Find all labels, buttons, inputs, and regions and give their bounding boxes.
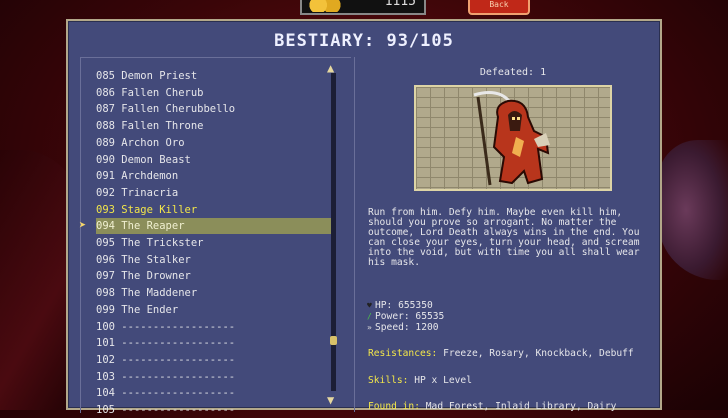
list-item-label: 100 xyxy=(96,320,115,333)
heart-icon: ♥ xyxy=(367,301,372,310)
skills-label: Skills: xyxy=(368,375,409,386)
list-item[interactable]: 091 Archdemon xyxy=(96,168,331,184)
list-item[interactable]: 099 The Ender xyxy=(96,302,331,318)
list-item[interactable]: 097 The Drowner xyxy=(96,268,331,284)
list-item[interactable]: 101 ------------------ xyxy=(96,335,331,351)
list-item[interactable]: 095 The Trickster xyxy=(96,235,331,251)
list-item[interactable]: 103 ------------------ xyxy=(96,369,331,385)
list-item-name: ------------------ xyxy=(121,337,236,350)
list-item-name: The Stalker xyxy=(121,253,191,266)
list-item-label: 086 xyxy=(96,86,115,99)
list-item-name: Archon Oro xyxy=(121,136,185,149)
list-item[interactable]: 090 Demon Beast xyxy=(96,152,331,168)
list-item[interactable]: 102 ------------------ xyxy=(96,352,331,368)
enemy-description: Run from him. Defy him. Maybe even kill … xyxy=(368,207,640,268)
list-item-name: Demon Priest xyxy=(121,70,198,82)
found-in-label: Found in: xyxy=(368,401,420,412)
list-item[interactable]: 100 ------------------ xyxy=(96,319,331,335)
enemy-list: 085 Demon Priest 086 Fallen Cherub 087 Fal… xyxy=(79,57,351,416)
list-item[interactable]: 085 Demon Priest xyxy=(96,68,331,84)
list-item[interactable]: 092 Trinacria xyxy=(96,185,331,201)
list-item-label: 098 xyxy=(96,287,115,300)
coin-counter: 1115 xyxy=(300,0,426,15)
list-item-label: 102 xyxy=(96,353,115,366)
selection-cursor-icon: ➤ xyxy=(79,218,87,233)
list-item[interactable]: 089 Archon Oro xyxy=(96,135,331,151)
list-item-name: ------------------ xyxy=(121,353,236,366)
list-item-name: Fallen Cherubbello xyxy=(121,103,236,116)
skills-row: Skills: HP x Level xyxy=(368,375,472,386)
background-figure-right xyxy=(658,140,728,280)
list-item-label: 089 xyxy=(96,136,115,149)
skills-value: HP x Level xyxy=(414,375,472,386)
list-item-name: ------------------ xyxy=(121,320,236,333)
list-item-label: 105 xyxy=(96,404,115,416)
list-item-label: 095 xyxy=(96,237,115,249)
list-item[interactable]: 096 The Stalker xyxy=(96,252,331,268)
stat-speed: » Speed: 1200 xyxy=(367,322,444,333)
hp-value: HP: 655350 xyxy=(375,300,433,311)
list-item-name: Fallen Cherub xyxy=(121,86,204,99)
scrollbar-thumb[interactable] xyxy=(330,336,337,345)
list-item[interactable]: 093 Stage Killer xyxy=(96,202,331,218)
list-item[interactable]: 104 ------------------ xyxy=(96,385,331,401)
list-item-label: 101 xyxy=(96,337,115,350)
list-item-name: The Maddener xyxy=(121,287,198,300)
list-item-name: Archdemon xyxy=(121,170,179,183)
speed-value: Speed: 1200 xyxy=(375,322,439,333)
list-item-name: The Reaper xyxy=(121,220,185,233)
list-item-label: 094 xyxy=(96,220,115,233)
list-item[interactable]: 094 The Reaper xyxy=(96,218,332,235)
resistances-value: Freeze, Rosary, Knockback, Debuff xyxy=(443,348,634,359)
power-icon: / xyxy=(367,312,372,321)
list-item-label: 099 xyxy=(96,303,115,316)
stat-hp: ♥ HP: 655350 xyxy=(367,300,444,311)
list-item-label: 104 xyxy=(96,387,115,400)
list-item-name: ------------------ xyxy=(121,404,236,416)
list-item-label: 092 xyxy=(96,186,115,199)
panel-divider xyxy=(354,57,355,412)
coin-count: 1115 xyxy=(384,0,416,9)
list-item-label: 093 xyxy=(96,203,115,216)
list-item-name: ------------------ xyxy=(121,370,236,383)
list-item-label: 091 xyxy=(96,170,115,183)
found-in-row: Found in: Mad Forest, Inlaid Library, Da… xyxy=(368,401,616,412)
back-button[interactable]: Back xyxy=(468,0,530,15)
list-item-name: The Drowner xyxy=(121,270,191,283)
list-item-name: Stage Killer xyxy=(121,203,198,216)
list-item[interactable]: 087 Fallen Cherubbello xyxy=(96,101,331,117)
bestiary-title: BESTIARY: 93/105 xyxy=(274,31,454,51)
defeated-count: Defeated: 1 xyxy=(479,67,547,78)
list-item-label: 097 xyxy=(96,270,115,283)
list-item-label: 103 xyxy=(96,370,115,383)
stat-power: / Power: 65535 xyxy=(367,311,444,322)
list-item-name: Demon Beast xyxy=(121,153,191,166)
reaper-sprite-icon xyxy=(473,91,550,186)
gold-coins-icon xyxy=(308,0,342,12)
list-item[interactable]: 105 ------------------ xyxy=(96,402,331,418)
list-item-name: The Trickster xyxy=(121,237,204,249)
list-item-label: 088 xyxy=(96,120,115,133)
list-item-label: 090 xyxy=(96,153,115,166)
enemy-portrait xyxy=(414,85,612,191)
list-item[interactable]: 086 Fallen Cherub xyxy=(96,85,331,101)
list-item-label: 085 xyxy=(96,70,115,82)
list-item[interactable]: 098 The Maddener xyxy=(96,285,331,301)
bestiary-panel: BESTIARY: 93/105 085 Demon Priest 086 Fal… xyxy=(66,19,662,416)
list-item[interactable]: 088 Fallen Throne xyxy=(96,118,331,134)
list-item-name: Trinacria xyxy=(121,186,179,199)
list-item-label: 096 xyxy=(96,253,115,266)
enemy-stats: ♥ HP: 655350 /Power: 65535 » Speed: 1200 xyxy=(367,300,444,333)
power-value: Power: 65535 xyxy=(375,311,445,322)
resistances-label: Resistances: xyxy=(368,348,438,359)
list-item-name: ------------------ xyxy=(121,387,236,400)
speed-icon: » xyxy=(367,323,372,332)
found-in-value: Mad Forest, Inlaid Library, Dairy xyxy=(425,401,617,412)
list-item-label: 087 xyxy=(96,103,115,116)
scroll-down-arrow[interactable]: ▼ xyxy=(327,393,334,407)
list-item-name: Fallen Throne xyxy=(121,120,204,133)
resistances-row: Resistances: Freeze, Rosary, Knockback, … xyxy=(368,348,634,359)
list-item-name: The Ender xyxy=(121,303,179,316)
